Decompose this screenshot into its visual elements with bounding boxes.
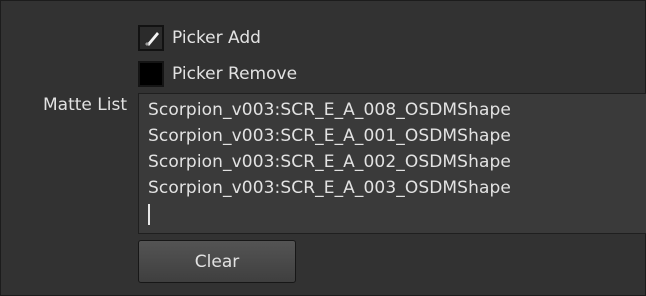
matte-list-textarea[interactable]: Scorpion_v003:SCR_E_A_008_OSDMShape Scor… bbox=[138, 93, 646, 234]
matte-list-item: Scorpion_v003:SCR_E_A_002_OSDMShape bbox=[148, 152, 511, 172]
picker-remove-toggle[interactable]: Picker Remove bbox=[138, 60, 297, 88]
picker-add-toggle[interactable]: Picker Add bbox=[138, 24, 261, 52]
picker-add-label: Picker Add bbox=[172, 28, 261, 48]
picker-remove-label: Picker Remove bbox=[172, 64, 298, 84]
matte-list-item: Scorpion_v003:SCR_E_A_003_OSDMShape bbox=[148, 178, 511, 198]
matte-picker-panel: Picker Add Picker Remove Matte List Scor… bbox=[0, 0, 646, 296]
eyedropper-icon[interactable] bbox=[138, 25, 164, 51]
matte-list-label: Matte List bbox=[43, 95, 127, 115]
black-swatch-icon[interactable] bbox=[138, 61, 164, 87]
text-caret bbox=[148, 204, 150, 225]
clear-button[interactable]: Clear bbox=[138, 240, 296, 283]
matte-list-item: Scorpion_v003:SCR_E_A_008_OSDMShape bbox=[148, 100, 511, 120]
matte-list-item: Scorpion_v003:SCR_E_A_001_OSDMShape bbox=[148, 126, 511, 146]
